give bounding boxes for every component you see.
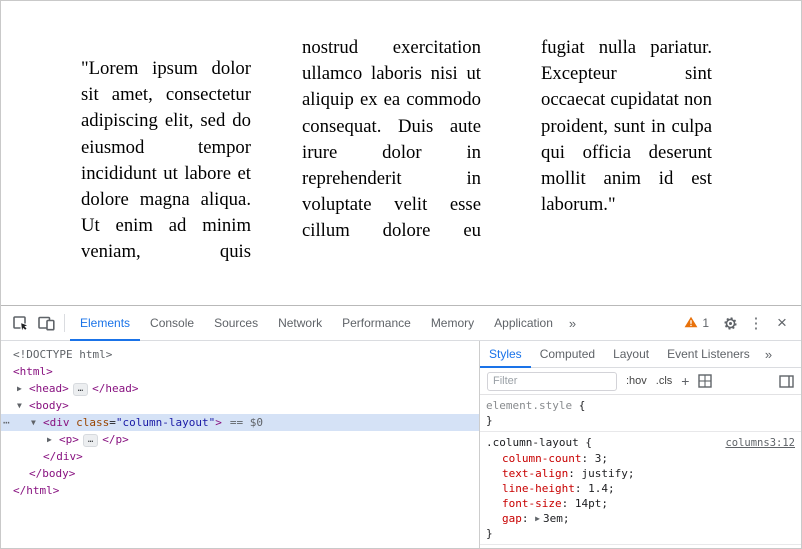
collapsed-arrow-icon[interactable]: ▶ (47, 431, 59, 448)
inspect-icon[interactable] (7, 310, 33, 336)
more-tabs-icon[interactable]: » (563, 316, 582, 331)
css-property-font-size[interactable]: font-size: 14pt; (486, 496, 795, 511)
tree-node-div-close[interactable]: </div> (1, 448, 479, 465)
warning-count: 1 (702, 316, 709, 330)
warning-badge[interactable]: 1 (676, 316, 717, 331)
tree-node-head[interactable]: ▶<head>…</head> (1, 380, 479, 397)
tab-sources[interactable]: Sources (204, 306, 268, 341)
expand-shorthand-icon[interactable]: ▶ (535, 514, 540, 523)
column-layout-rule: .column-layout { columns3:12 column-coun… (480, 432, 801, 545)
tab-layout[interactable]: Layout (604, 341, 658, 368)
selected-node-hint: == $0 (230, 416, 263, 429)
toolbar-divider (64, 314, 65, 332)
styles-sidebar: Styles Computed Layout Event Listeners »… (479, 341, 801, 549)
css-property-line-height[interactable]: line-height: 1.4; (486, 481, 795, 496)
css-property-text-align[interactable]: text-align: justify; (486, 466, 795, 481)
expanded-arrow-icon[interactable]: ▼ (17, 397, 29, 414)
more-sidebar-tabs-icon[interactable]: » (759, 347, 778, 362)
expand-ellipsis-icon[interactable]: … (73, 383, 88, 396)
tab-event-listeners[interactable]: Event Listeners (658, 341, 759, 368)
tree-node-body-close[interactable]: </body> (1, 465, 479, 482)
tree-node-div-selected[interactable]: ⋯▼<div class="column-layout">== $0 (1, 414, 479, 431)
browser-window: "Lorem ipsum dolor sit amet, consectetur… (0, 0, 802, 549)
stylesheet-source-link[interactable]: columns3:12 (725, 436, 795, 451)
elements-tree: <!DOCTYPE html> <html> ▶<head>…</head> ▼… (1, 341, 479, 549)
toggle-element-classes[interactable]: .cls (656, 375, 673, 387)
devtools-panel: Elements Console Sources Network Perform… (1, 305, 801, 549)
more-options-icon[interactable]: ⋮ (743, 310, 769, 336)
sidebar-panel-icon[interactable] (779, 375, 794, 388)
user-agent-div-rule: div { user agent stylesheet (480, 545, 801, 549)
styles-sidebar-tabs: Styles Computed Layout Event Listeners » (480, 341, 801, 368)
styles-filter-bar: :hov .cls + (480, 368, 801, 395)
devtools-body: <!DOCTYPE html> <html> ▶<head>…</head> ▼… (1, 341, 801, 549)
css-property-column-count[interactable]: column-count: 3; (486, 451, 795, 466)
styles-filter-input[interactable] (487, 372, 617, 391)
settings-gear-icon[interactable] (717, 310, 743, 336)
styles-rules-list: element.style { } .column-layout { colum… (480, 395, 801, 549)
devtools-toolbar: Elements Console Sources Network Perform… (1, 306, 801, 341)
element-style-section[interactable]: element.style { } (480, 395, 801, 432)
more-actions-icon[interactable]: ⋯ (3, 414, 10, 431)
device-toolbar-icon[interactable] (33, 310, 59, 336)
toolbar-right-cluster: 1 ⋮ × (676, 310, 795, 336)
tree-node-html-close[interactable]: </html> (1, 482, 479, 499)
tree-node-html-open[interactable]: <html> (1, 363, 479, 380)
text-column-3: fugiat nulla pariatur. Excepteur sint oc… (541, 35, 712, 265)
expand-ellipsis-icon[interactable]: … (83, 434, 98, 447)
tab-network[interactable]: Network (268, 306, 332, 341)
grid-overlay-icon[interactable] (698, 374, 712, 388)
tree-node-doctype[interactable]: <!DOCTYPE html> (1, 346, 479, 363)
tab-elements[interactable]: Elements (70, 306, 140, 341)
tab-performance[interactable]: Performance (332, 306, 421, 341)
text-column-1: "Lorem ipsum dolor sit amet, consectetur… (81, 35, 251, 265)
collapsed-arrow-icon[interactable]: ▶ (17, 380, 29, 397)
tab-computed[interactable]: Computed (531, 341, 604, 368)
tab-console[interactable]: Console (140, 306, 204, 341)
expanded-arrow-icon[interactable]: ▼ (31, 414, 43, 431)
rendered-page: "Lorem ipsum dolor sit amet, consectetur… (1, 1, 801, 305)
tree-node-body-open[interactable]: ▼<body> (1, 397, 479, 414)
text-column-2: nostrud exercitation ullamco laboris nis… (302, 35, 481, 265)
warning-triangle-icon (684, 316, 698, 331)
toggle-hover-state[interactable]: :hov (626, 375, 647, 387)
rule-selector[interactable]: .column-layout (486, 435, 579, 450)
css-property-gap[interactable]: gap: ▶3em; (486, 511, 795, 526)
tree-node-p[interactable]: ▶<p>…</p> (1, 431, 479, 448)
tab-memory[interactable]: Memory (421, 306, 484, 341)
new-style-rule-button[interactable]: + (681, 373, 689, 389)
column-layout: "Lorem ipsum dolor sit amet, consectetur… (1, 1, 801, 265)
tab-application[interactable]: Application (484, 306, 563, 341)
close-icon[interactable]: × (769, 310, 795, 336)
tab-styles[interactable]: Styles (480, 341, 531, 368)
